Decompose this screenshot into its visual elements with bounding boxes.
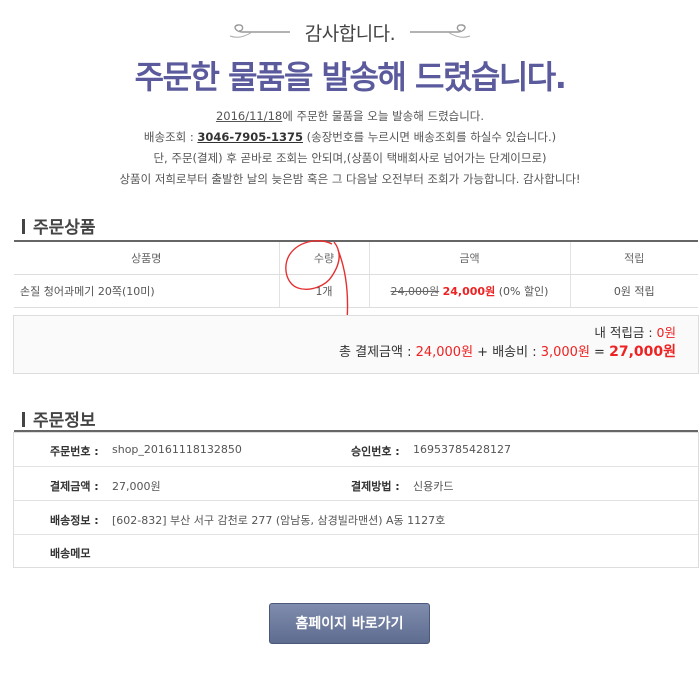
shipping-address: [602-832] 부산 서구 감천로 277 (암남동, 삼경빌라맨션) A동… [112,514,446,527]
order-number-label: 주문번호 : [50,445,99,458]
right-ornament-icon [410,24,471,38]
order-products-title-text: 주문상품 [33,218,96,238]
payment-method: 신용카드 [413,480,454,493]
notice-line-2: 배송조회 : 3046-7905-1375 (송장번호를 누르시면 배송조회를 … [0,127,700,148]
total-value: 24,000원 [415,345,474,360]
payment-method-label: 결제방법 : [351,480,400,493]
thanks-text: 감사합니다. [304,23,396,45]
order-number: shop_20161118132850 [112,443,242,456]
shipping-value: 3,000원 [540,345,590,360]
product-name: 손질 청어과메기 20쪽(10미) [14,274,279,308]
order-info-title: 주문정보 [22,406,96,431]
tracking-hint: (송장번호를 누르시면 배송조회를 하실수 있습니다.) [303,130,557,144]
grand-total: 27,000원 [609,344,676,360]
points-value: 0원 [656,325,676,340]
tracking-number-link[interactable]: 3046-7905-1375 [197,130,303,144]
product-price: 24,000원 24,000원 (0% 할인) [368,274,570,308]
order-info-title-text: 주문정보 [33,411,96,431]
header-points: 적립 [569,242,698,275]
header-price: 금액 [368,242,570,275]
order-date: 2016/11/18 [215,109,283,123]
page-title: 주문한 물품을 발송해 드렸습니다. [134,58,567,96]
total-payment: 총 결제금액 : 24,000원 + 배송비 : 3,000원 = 27,000… [339,341,676,361]
order-info-box: 주문번호 : shop_20161118132850 승인번호 : 169537… [13,432,699,568]
shipping-label: + 배송비 : [473,345,541,360]
notice-line-1: 2016/11/18에 주문한 물품을 오늘 발송해 드렸습니다. [0,106,700,127]
info-row-order: 주문번호 : shop_20161118132850 승인번호 : 169537… [14,433,698,467]
my-points: 내 적립금 : 0원 [594,322,676,341]
shipping-info-label: 배송정보 : [50,514,99,527]
thanks-row: 감사합니다. [0,14,700,48]
discount-rate: (0% 할인) [498,285,549,298]
approval-number-label: 승인번호 : [351,445,400,458]
original-price: 24,000원 [390,285,440,298]
homepage-button[interactable]: 홈페이지 바로가기 [269,603,430,644]
info-row-memo: 배송메모 [14,534,698,567]
sale-price: 24,000원 [442,285,496,298]
title-bar [22,219,25,234]
title-bar [22,412,25,427]
payment-amount: 27,000원 [112,480,161,493]
shipping-memo-label: 배송메모 [50,547,91,560]
info-row-shipping: 배송정보 : [602-832] 부산 서구 감천로 277 (암남동, 삼경빌… [14,500,698,535]
notice-line-3: 단, 주문(결제) 후 곧바로 조회는 안되며,(상품이 택배회사로 넘어가는 … [153,151,547,165]
notice-line-4: 상품이 저희로부터 출발한 날의 늦은밤 혹은 그 다음날 오전부터 조회가 가… [119,172,581,186]
shipping-notice: 2016/11/18에 주문한 물품을 오늘 발송해 드렸습니다. 배송조회 :… [0,106,700,190]
payment-summary: 내 적립금 : 0원 총 결제금액 : 24,000원 + 배송비 : 3,00… [13,315,699,374]
info-row-payment: 결제금액 : 27,000원 결제방법 : 신용카드 [14,466,698,501]
header-product-name: 상품명 [14,242,279,275]
equals-sign: = [589,345,610,360]
notice-line-1-text: 에 주문한 물품을 오늘 발송해 드렸습니다. [282,109,485,123]
approval-number: 16953785428127 [413,443,511,456]
points-label: 내 적립금 : [594,325,657,340]
product-points: 0원 적립 [569,274,698,308]
order-products-title: 주문상품 [22,213,96,238]
tracking-label: 배송조회 : [143,130,198,144]
payment-amount-label: 결제금액 : [50,480,99,493]
total-label: 총 결제금액 : [339,345,416,360]
